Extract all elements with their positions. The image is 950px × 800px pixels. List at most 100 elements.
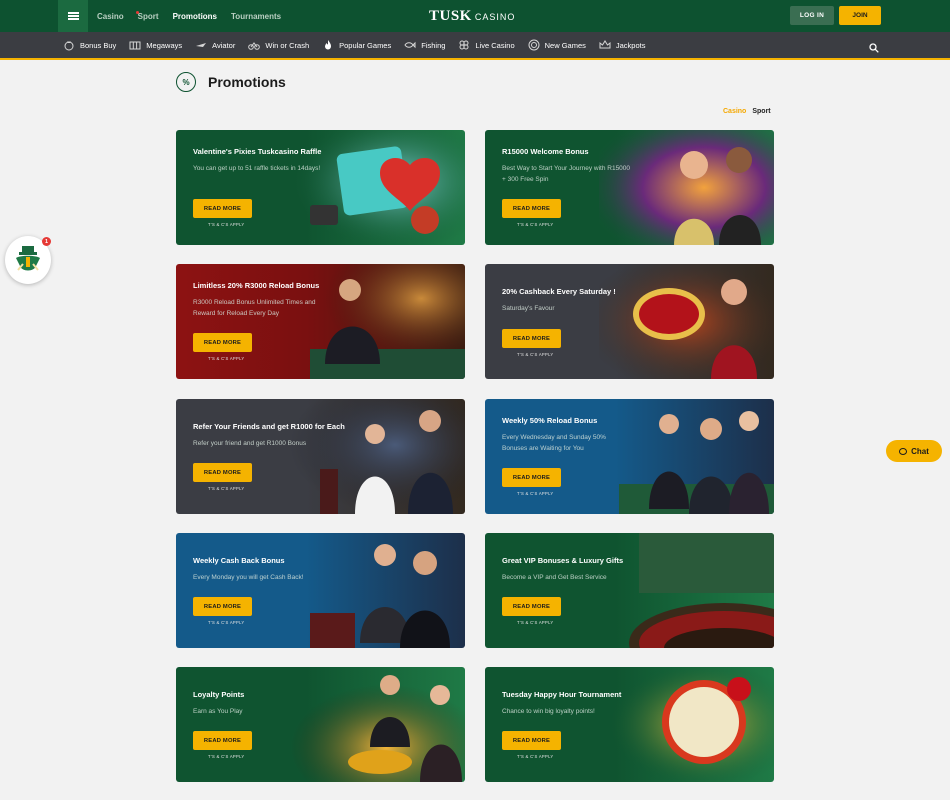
fire-icon: [322, 39, 334, 51]
hamburger-icon: [67, 15, 79, 17]
promo-card[interactable]: Weekly Cash Back Bonus Every Monday you …: [176, 533, 465, 648]
promo-description: Chance to win big loyalty points!: [502, 708, 595, 715]
logo-sub: CASINO: [474, 12, 516, 22]
promo-title: Weekly Cash Back Bonus: [193, 556, 285, 565]
terms-label: T'S & C'S APPLY: [208, 356, 245, 361]
category-label: Bonus Buy: [80, 40, 117, 50]
logo[interactable]: TUSK CASINO: [429, 8, 515, 25]
money-bag-icon: [63, 39, 75, 51]
nav-tournaments[interactable]: Tournaments: [231, 12, 281, 21]
promo-image: [599, 667, 774, 782]
fish-icon: [404, 39, 416, 51]
promo-card[interactable]: Weekly 50% Reload Bonus Every Wednesday …: [485, 399, 774, 514]
promo-title: R15000 Welcome Bonus: [502, 147, 589, 156]
promo-card[interactable]: R15000 Welcome Bonus Best Way to Start Y…: [485, 130, 774, 245]
terms-label: T'S & C'S APPLY: [517, 620, 554, 625]
nav-promotions[interactable]: Promotions: [173, 12, 217, 21]
promo-description: Best Way to Start Your Journey with R150…: [502, 165, 631, 183]
page-header: % Promotions: [176, 72, 286, 92]
promo-card[interactable]: Great VIP Bonuses & Luxury Gifts Become …: [485, 533, 774, 648]
category-fishing[interactable]: Fishing: [404, 39, 445, 51]
read-more-button[interactable]: READ MORE: [502, 468, 561, 487]
join-button[interactable]: JOIN: [839, 6, 881, 25]
promo-image: [290, 399, 465, 514]
terms-label: T'S & C'S APPLY: [208, 754, 245, 759]
category-win-or-crash[interactable]: Win or Crash: [248, 39, 309, 51]
login-button[interactable]: LOG IN: [790, 6, 834, 25]
nav-sport-label: Sport: [137, 11, 159, 21]
crown-icon: [599, 39, 611, 51]
promo-title: Valentine's Pixies Tuskcasino Raffle: [193, 147, 322, 156]
live-dot-icon: [135, 10, 139, 14]
promo-description: You can get up to 51 raffle tickets in 1…: [193, 165, 321, 172]
read-more-button[interactable]: READ MORE: [502, 199, 561, 218]
category-megaways[interactable]: Megaways: [129, 39, 182, 51]
chat-bubble-icon: [899, 447, 908, 455]
category-label: Megaways: [146, 40, 183, 50]
promo-card[interactable]: Limitless 20% R3000 Reload Bonus R3000 R…: [176, 264, 465, 379]
promo-description: Saturday's Favour: [502, 305, 555, 312]
promo-image: [290, 667, 465, 782]
nav-sport[interactable]: Sport: [135, 10, 159, 21]
promo-filter: Casino Sport: [723, 108, 771, 115]
promo-title: Refer Your Friends and get R1000 for Eac…: [193, 422, 345, 431]
promo-title: Great VIP Bonuses & Luxury Gifts: [502, 556, 624, 565]
category-bonus-buy[interactable]: Bonus Buy: [63, 39, 116, 51]
slot-icon: [129, 39, 141, 51]
cards-icon: [458, 39, 470, 51]
category-label: Aviator: [212, 40, 236, 50]
read-more-button[interactable]: READ MORE: [502, 731, 561, 750]
read-more-button[interactable]: READ MORE: [193, 333, 252, 352]
read-more-button[interactable]: READ MORE: [193, 199, 252, 218]
promo-image: [599, 130, 774, 245]
category-bar: Bonus Buy Megaways Aviator Win or Crash …: [0, 32, 950, 60]
promo-title: 20% Cashback Every Saturday !: [502, 287, 616, 296]
read-more-button[interactable]: READ MORE: [502, 597, 561, 616]
category-label: Popular Games: [339, 40, 392, 50]
promo-description: Every Wednesday and Sunday 50% Bonuses a…: [502, 434, 606, 452]
terms-label: T'S & C'S APPLY: [517, 491, 554, 496]
promo-image: [619, 411, 774, 514]
promo-image: [629, 533, 774, 648]
promo-description: R3000 Reload Bonus Unlimited Times and R…: [193, 299, 316, 317]
category-jackpots[interactable]: Jackpots: [599, 39, 646, 51]
nav-casino[interactable]: Casino: [97, 12, 124, 21]
category-live-casino[interactable]: Live Casino: [458, 39, 515, 51]
menu-button[interactable]: [58, 0, 88, 32]
promo-title: Tuesday Happy Hour Tournament: [502, 690, 622, 699]
category-label: New Games: [544, 40, 586, 50]
promo-card[interactable]: Refer Your Friends and get R1000 for Eac…: [176, 399, 465, 514]
filter-casino[interactable]: Casino: [723, 108, 746, 115]
terms-label: T'S & C'S APPLY: [208, 486, 245, 491]
terms-label: T'S & C'S APPLY: [517, 222, 554, 227]
promo-description: Every Monday you will get Cash Back!: [193, 574, 304, 581]
promo-description: Refer your friend and get R1000 Bonus: [193, 440, 307, 447]
bike-icon: [248, 39, 261, 51]
search-icon[interactable]: [869, 40, 879, 53]
read-more-button[interactable]: READ MORE: [502, 329, 561, 348]
promo-card[interactable]: 20% Cashback Every Saturday ! Saturday's…: [485, 264, 774, 379]
chat-button[interactable]: Chat: [886, 440, 942, 462]
promo-card[interactable]: Tuesday Happy Hour Tournament Chance to …: [485, 667, 774, 782]
chat-label: Chat: [911, 446, 929, 456]
promo-title: Weekly 50% Reload Bonus: [502, 416, 598, 425]
category-label: Fishing: [421, 40, 446, 50]
terms-label: T'S & C'S APPLY: [208, 620, 245, 625]
category-label: Win or Crash: [265, 40, 310, 50]
read-more-button[interactable]: READ MORE: [193, 597, 252, 616]
read-more-button[interactable]: READ MORE: [193, 463, 252, 482]
tusk-mascot-icon: [16, 246, 40, 271]
promo-card[interactable]: Loyalty Points Earn as You Play READ MOR…: [176, 667, 465, 782]
category-popular-games[interactable]: Popular Games: [322, 39, 391, 51]
logo-main: TUSK: [429, 8, 472, 24]
filter-sport[interactable]: Sport: [752, 108, 770, 115]
promo-description: Become a VIP and Get Best Service: [502, 574, 607, 581]
rewards-widget[interactable]: 1: [5, 236, 51, 284]
category-new-games[interactable]: New Games: [528, 39, 586, 51]
top-nav: Casino Sport Promotions Tournaments: [97, 10, 295, 21]
category-label: Live Casino: [475, 40, 515, 50]
promo-card[interactable]: Valentine's Pixies Tuskcasino Raffle You…: [176, 130, 465, 245]
category-aviator[interactable]: Aviator: [195, 39, 235, 51]
promo-title: Loyalty Points: [193, 690, 245, 699]
read-more-button[interactable]: READ MORE: [193, 731, 252, 750]
